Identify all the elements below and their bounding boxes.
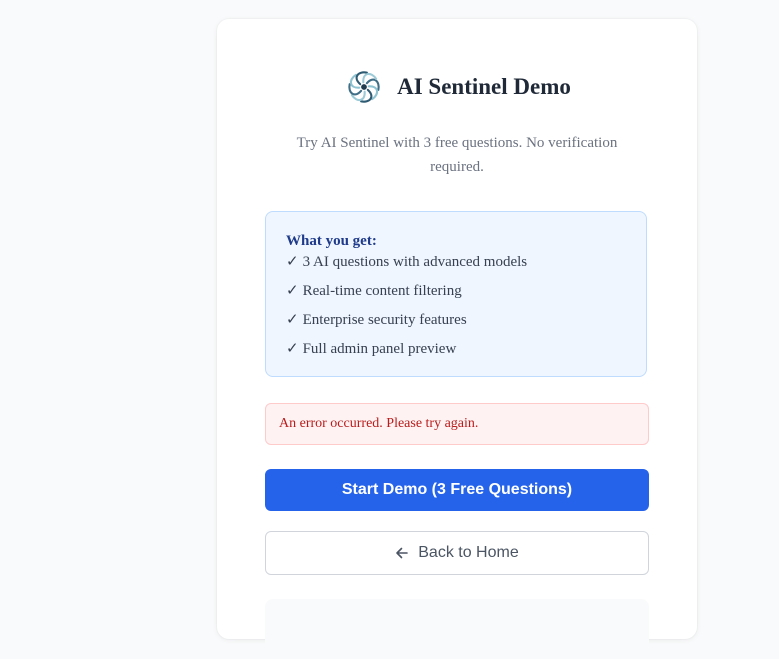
features-box: What you get: ✓ 3 AI questions with adva… [265, 211, 647, 377]
error-message: An error occurred. Please try again. [279, 416, 479, 431]
feature-item: ✓ 3 AI questions with advanced models [286, 252, 626, 272]
feature-item: ✓ Real-time content filtering [286, 281, 626, 301]
checkmark-icon: ✓ [286, 254, 299, 270]
info-panel [265, 599, 649, 659]
page-subtitle: Try AI Sentinel with 3 free questions. N… [296, 135, 618, 175]
arrow-left-icon [396, 547, 409, 559]
feature-label: Enterprise security features [302, 312, 467, 328]
back-to-home-label: Back to Home [418, 544, 519, 561]
aperture-logo-icon [348, 71, 380, 103]
feature-label: Full admin panel preview [302, 341, 457, 357]
feature-label: 3 AI questions with advanced models [302, 254, 528, 270]
feature-item: ✓ Enterprise security features [286, 310, 626, 330]
checkmark-icon: ✓ [286, 312, 299, 328]
card-header: AI Sentinel Demo [217, 66, 697, 108]
demo-card: AI Sentinel Demo Try AI Sentinel with 3 … [217, 19, 697, 659]
feature-list: ✓ 3 AI questions with advanced models ✓ … [286, 252, 626, 359]
feature-label: Real-time content filtering [302, 283, 462, 299]
feature-item: ✓ Full admin panel preview [286, 339, 626, 359]
back-to-home-button[interactable]: Back to Home [265, 531, 649, 575]
page-title: AI Sentinel Demo [397, 74, 571, 99]
checkmark-icon: ✓ [286, 341, 299, 357]
checkmark-icon: ✓ [286, 283, 299, 299]
error-alert: An error occurred. Please try again. [265, 403, 649, 445]
start-demo-button[interactable]: Start Demo (3 Free Questions) [265, 469, 649, 511]
features-heading: What you get: [286, 233, 377, 249]
